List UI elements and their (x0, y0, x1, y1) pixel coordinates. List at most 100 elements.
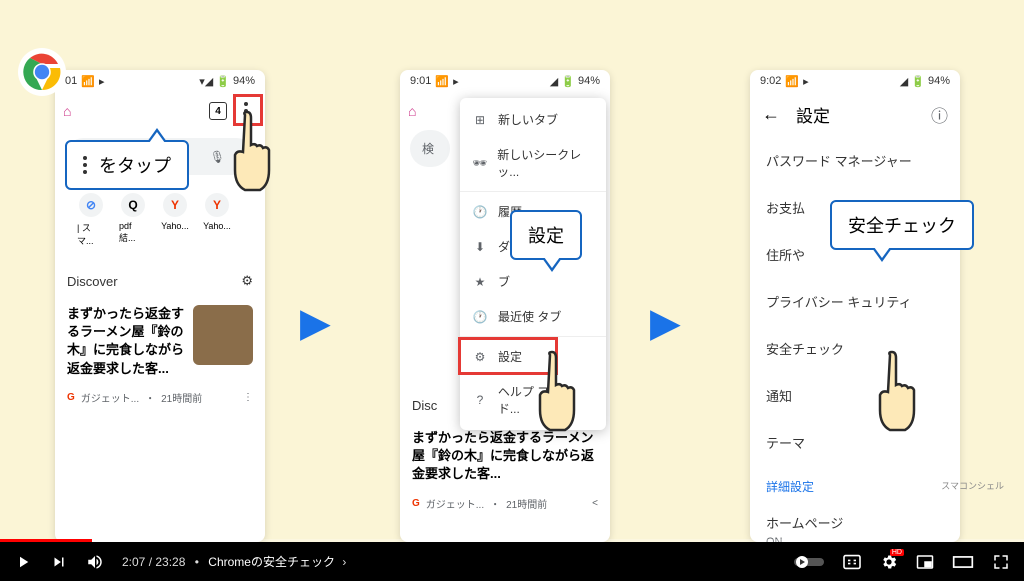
share-icon[interactable]: ⋮ (243, 392, 253, 403)
phone-screenshot-3: 9:02📶▸ ◢🔋94% ← 設定 ⓘ パスワード マネージャー お支払 住所や… (750, 70, 960, 542)
current-time: 2:07 (122, 555, 145, 569)
menu-label: 新しいシークレッ... (497, 146, 594, 180)
discover-label: Disc (412, 398, 437, 413)
settings-title: 設定 (796, 102, 830, 127)
menu-new-tab[interactable]: ⊞新しいタブ (460, 102, 606, 137)
back-icon[interactable]: ← (762, 104, 780, 125)
homepage-label: ホームページ (766, 513, 944, 532)
settings-header: ← 設定 ⓘ (750, 92, 960, 137)
chevron-right-icon: › (342, 555, 346, 569)
status-time: 9:02 (760, 75, 781, 87)
callout-safety-check: 安全チェック (830, 200, 974, 250)
total-time: 23:28 (155, 555, 185, 569)
menu-bookmarks[interactable]: ★ブ (460, 264, 606, 299)
menu-label: ブ (498, 273, 510, 290)
shortcut-label: | スマ... (77, 221, 105, 247)
status-bar: 9:02📶▸ ◢🔋94% (750, 70, 960, 92)
callout-text: 設定 (528, 222, 564, 248)
menu-incognito[interactable]: 🕶新しいシークレッ... (460, 137, 606, 189)
watermark: スマコンシェル (941, 479, 1004, 492)
shortcut-item[interactable]: ⊘ | スマ... (77, 193, 105, 247)
video-controls: 2:07 / 23:28 • Chromeの安全チェック › (0, 542, 1024, 581)
news-time: 21時間前 (506, 496, 547, 511)
youtube-icon: ▸ (803, 75, 809, 88)
news-meta: G ガジェット... ・ 21時間前 ⋮ (55, 386, 265, 409)
shortcut-item[interactable]: プ (245, 193, 255, 247)
arrow-icon: ▶ (650, 300, 681, 346)
youtube-icon: ▸ (99, 75, 105, 88)
battery-icon: 🔋 (911, 75, 925, 88)
shortcut-item[interactable]: Y Yaho... (161, 193, 189, 247)
wifi-icon: 📶 (435, 75, 449, 88)
news-card[interactable]: まずかったら返金するラーメン屋『鈴の木』に完食しながら返金要求した客... (55, 297, 265, 386)
settings-item-homepage[interactable]: ホームページ (750, 499, 960, 534)
play-button[interactable] (14, 553, 32, 571)
shortcut-label: Yaho... (161, 221, 189, 231)
discover-header: Discover ⚙ (55, 265, 265, 297)
callout-text: 安全チェック (848, 212, 956, 238)
status-bar: 01 📶 ▸ ▾◢🔋94% (55, 70, 265, 92)
star-icon: ★ (472, 275, 488, 289)
video-content: 01📶▸ ▾◢🔋94% ⌂ 4 検索または U... 🎙 ⊙ ⊘| スマ... … (0, 0, 1024, 542)
search-cut: 検 (410, 130, 450, 167)
autoplay-toggle[interactable] (794, 555, 824, 569)
shortcut-item[interactable]: YYaho... (203, 193, 231, 247)
help-icon[interactable]: ⓘ (931, 102, 948, 127)
settings-button[interactable] (880, 553, 898, 571)
gear-icon[interactable]: ⚙ (241, 273, 253, 289)
plus-icon: ⊞ (472, 113, 488, 127)
menu-label: ダ (498, 238, 510, 255)
discover-label: Discover (67, 274, 118, 289)
youtube-icon: ▸ (453, 75, 459, 88)
settings-item-privacy[interactable]: プライバシー キュリティ (750, 278, 960, 325)
volume-button[interactable] (86, 553, 104, 571)
hand-pointer-icon (530, 350, 590, 440)
callout-text: をタップ (99, 152, 171, 178)
download-icon: ⬇ (472, 240, 488, 254)
battery-pct: 94% (233, 75, 255, 87)
fullscreen-button[interactable] (992, 553, 1010, 571)
dots-icon (83, 156, 87, 174)
phone-screenshot-2: 9:01📶▸ ◢🔋94% ⌂ ⊞新しいタブ 🕶新しいシークレッ... 🕐履歴 ⬇… (400, 70, 610, 542)
status-time: 9:01 (410, 75, 431, 87)
news-time: 21時間前 (161, 390, 202, 405)
history-icon: 🕐 (472, 205, 488, 219)
arrow-icon: ▶ (300, 300, 331, 346)
signal-icon: ▾◢ (199, 75, 213, 88)
news-meta: G ガジェット... ・ 21時間前 < (400, 492, 610, 515)
wifi-icon: 📶 (81, 75, 95, 88)
menu-recent-tabs[interactable]: 🕐 最近使 タブ (460, 299, 606, 334)
news-title: まずかったら返金するラーメン屋『鈴の木』に完食しながら返金要求した客... (67, 305, 185, 378)
news-source: ガジェット... (426, 496, 484, 511)
home-icon[interactable]: ⌂ (63, 103, 71, 119)
shortcut-icon: ⊘ (79, 193, 103, 217)
source-icon: G (412, 498, 420, 509)
shortcut-icon: Y (163, 193, 187, 217)
share-icon[interactable]: < (592, 498, 598, 509)
signal-icon: ◢ (900, 75, 908, 88)
battery-pct: 94% (578, 75, 600, 87)
recent-icon: 🕐 (472, 310, 488, 324)
chrome-logo-icon (18, 48, 66, 96)
menu-label: 最近使 タブ (498, 308, 561, 325)
settings-section-advanced: 詳細設定 (750, 466, 960, 499)
status-time: 01 (65, 75, 77, 87)
hand-pointer-icon (870, 350, 930, 440)
home-icon[interactable]: ⌂ (408, 103, 416, 119)
shortcut-icon: Q (121, 193, 145, 217)
next-button[interactable] (50, 553, 68, 571)
news-source: ガジェット... (81, 390, 139, 405)
battery-icon: 🔋 (561, 75, 575, 88)
mic-icon[interactable]: 🎙 (210, 150, 225, 164)
miniplayer-button[interactable] (916, 554, 934, 570)
settings-item-password[interactable]: パスワード マネージャー (750, 137, 960, 184)
news-thumbnail (193, 305, 253, 365)
chapter-title[interactable]: Chromeの安全チェック (208, 555, 335, 569)
theater-button[interactable] (952, 555, 974, 569)
battery-pct: 94% (928, 75, 950, 87)
captions-button[interactable] (842, 554, 862, 570)
shortcut-label: pdf結... (119, 221, 147, 244)
battery-icon: 🔋 (216, 75, 230, 88)
status-bar: 9:01📶▸ ◢🔋94% (400, 70, 610, 92)
shortcut-item[interactable]: Qpdf結... (119, 193, 147, 247)
